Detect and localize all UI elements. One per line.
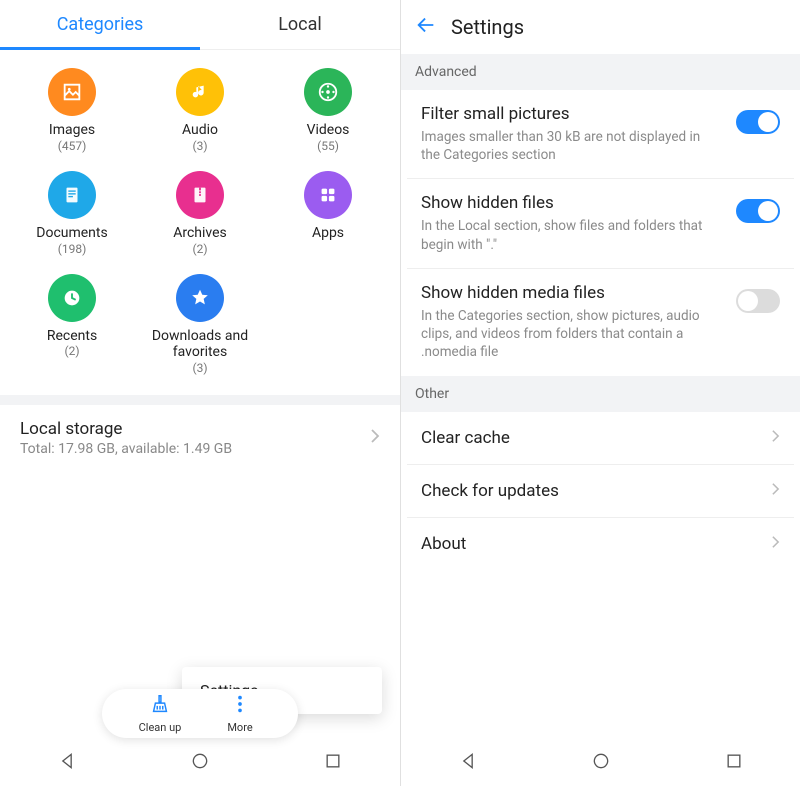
cleanup-button[interactable]: Clean up <box>120 693 200 734</box>
category-count: (3) <box>192 361 207 375</box>
recent-nav-icon[interactable] <box>323 751 343 775</box>
image-icon <box>48 68 96 116</box>
back-nav-icon[interactable] <box>458 751 478 775</box>
category-count: (2) <box>64 344 79 358</box>
storage-title: Local storage <box>20 419 232 439</box>
setting-show-hidden-files: Show hidden files In the Local section, s… <box>407 179 794 268</box>
music-icon <box>176 68 224 116</box>
home-nav-icon[interactable] <box>190 751 210 775</box>
link-label: Check for updates <box>421 481 559 501</box>
file-manager-screen: Categories Local Images(457)Audio(3)Vide… <box>0 0 400 786</box>
chevron-right-icon <box>771 428 780 447</box>
category-count: (457) <box>58 139 87 153</box>
link-about[interactable]: About <box>407 518 794 570</box>
more-label: More <box>227 721 252 734</box>
category-count: (55) <box>317 139 339 153</box>
category-documents[interactable]: Documents(198) <box>8 171 136 256</box>
toggle-switch[interactable] <box>736 110 780 134</box>
bottom-toolbar: Clean up More <box>102 689 298 738</box>
setting-show-hidden-media-files: Show hidden media files In the Categories… <box>407 269 794 376</box>
category-videos[interactable]: Videos(55) <box>264 68 392 153</box>
section-advanced: Advanced <box>401 54 800 90</box>
link-label: Clear cache <box>421 428 510 448</box>
recent-nav-icon[interactable] <box>724 751 744 775</box>
setting-desc: In the Categories section, show pictures… <box>421 307 721 362</box>
section-other: Other <box>401 376 800 412</box>
video-icon <box>304 68 352 116</box>
setting-desc: Images smaller than 30 kB are not displa… <box>421 128 721 164</box>
star-icon <box>176 274 224 322</box>
doc-icon <box>48 171 96 219</box>
category-label: Videos <box>307 122 350 139</box>
apps-icon <box>304 171 352 219</box>
setting-title: Filter small pictures <box>421 104 724 124</box>
tab-local[interactable]: Local <box>200 0 400 49</box>
android-navbar <box>0 740 400 786</box>
category-audio[interactable]: Audio(3) <box>136 68 264 153</box>
link-clear-cache[interactable]: Clear cache <box>407 412 794 465</box>
more-button[interactable]: More <box>200 693 280 734</box>
category-label: Recents <box>47 328 97 345</box>
category-downloads-and-favorites[interactable]: Downloads and favorites(3) <box>136 274 264 376</box>
category-label: Audio <box>182 122 218 139</box>
category-count: (198) <box>58 242 87 256</box>
link-label: About <box>421 534 466 554</box>
link-check-for-updates[interactable]: Check for updates <box>407 465 794 518</box>
setting-filter-small-pictures: Filter small pictures Images smaller than… <box>407 90 794 179</box>
category-recents[interactable]: Recents(2) <box>8 274 136 376</box>
back-arrow-icon[interactable] <box>415 14 437 40</box>
setting-title: Show hidden media files <box>421 283 724 303</box>
settings-title: Settings <box>451 15 524 39</box>
back-nav-icon[interactable] <box>57 751 77 775</box>
toggle-switch[interactable] <box>736 199 780 223</box>
category-label: Documents <box>36 225 107 242</box>
chevron-right-icon <box>771 481 780 500</box>
android-navbar <box>401 740 800 786</box>
category-label: Archives <box>173 225 227 242</box>
chevron-right-icon <box>771 534 780 553</box>
category-count: (3) <box>192 139 207 153</box>
setting-desc: In the Local section, show files and fol… <box>421 217 721 253</box>
category-count: (2) <box>192 242 207 256</box>
tab-bar: Categories Local <box>0 0 400 50</box>
toggle-switch[interactable] <box>736 289 780 313</box>
zip-icon <box>176 171 224 219</box>
category-grid: Images(457)Audio(3)Videos(55)Documents(1… <box>0 50 400 383</box>
home-nav-icon[interactable] <box>591 751 611 775</box>
settings-appbar: Settings <box>401 0 800 54</box>
settings-screen: Settings Advanced Filter small pictures I… <box>400 0 800 786</box>
local-storage-row[interactable]: Local storage Total: 17.98 GB, available… <box>0 405 400 471</box>
category-label: Downloads and favorites <box>145 328 255 362</box>
tab-categories[interactable]: Categories <box>0 0 200 49</box>
category-label: Apps <box>312 225 344 242</box>
category-label: Images <box>49 122 95 139</box>
setting-title: Show hidden files <box>421 193 724 213</box>
more-vert-icon <box>229 693 251 719</box>
clock-icon <box>48 274 96 322</box>
category-images[interactable]: Images(457) <box>8 68 136 153</box>
category-archives[interactable]: Archives(2) <box>136 171 264 256</box>
storage-subtitle: Total: 17.98 GB, available: 1.49 GB <box>20 441 232 457</box>
cleanup-label: Clean up <box>139 721 182 734</box>
chevron-right-icon <box>370 428 380 448</box>
broom-icon <box>149 693 171 719</box>
category-apps[interactable]: Apps <box>264 171 392 256</box>
